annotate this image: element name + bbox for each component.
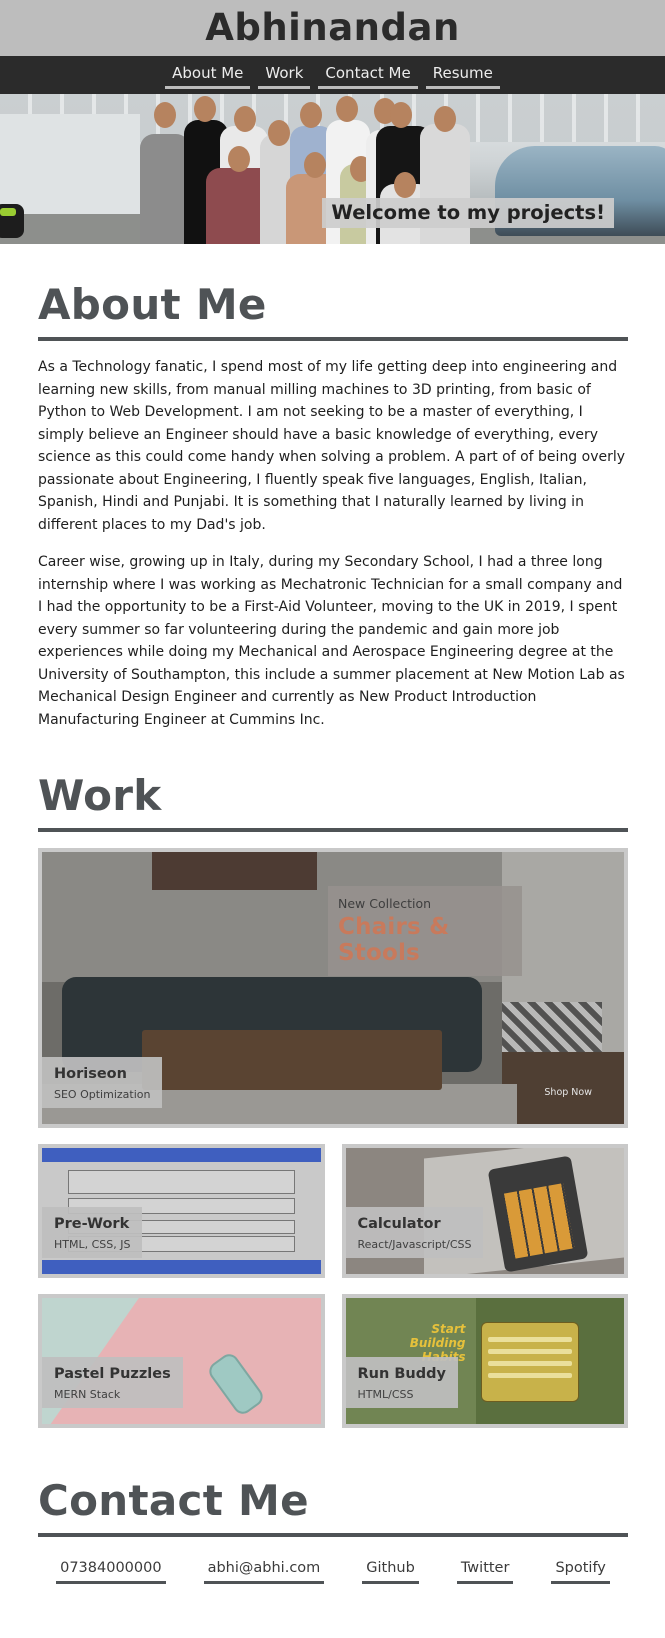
project-tech: MERN Stack	[54, 1388, 121, 1401]
project-label: Horiseon SEO Optimization	[42, 1057, 163, 1108]
scene-painting	[152, 852, 317, 890]
nav-link-work[interactable]: Work	[258, 56, 311, 89]
about-paragraph: Career wise, growing up in Italy, during…	[38, 554, 625, 728]
contact-spotify-link[interactable]: Spotify	[551, 1555, 610, 1584]
project-card-prework[interactable]: Pre-Work HTML, CSS, JS	[38, 1144, 325, 1278]
project-tech: HTML, CSS, JS	[54, 1238, 131, 1251]
hero-person-head	[394, 172, 416, 198]
project-grid: New Collection Chairs & Stools Shop Now …	[38, 848, 628, 1428]
hero-person-head	[434, 106, 456, 132]
scene-top-bar	[42, 1148, 321, 1162]
scene-coffee-table	[142, 1030, 442, 1090]
project-label: Run Buddy HTML/CSS	[345, 1357, 458, 1408]
nav-link-resume[interactable]: Resume	[425, 56, 500, 89]
scene-form-line	[487, 1337, 572, 1342]
preview-signup-form	[480, 1322, 579, 1402]
project-card-calculator[interactable]: Calculator React/Javascript/CSS	[341, 1144, 628, 1278]
project-title: Pastel Puzzles	[54, 1366, 171, 1382]
hero-person-head	[228, 146, 250, 172]
project-card-run-buddy[interactable]: Start Building Habits Run Buddy HTML/CSS	[341, 1294, 628, 1428]
preview-collection-box: New Collection Chairs & Stools	[328, 886, 522, 976]
contact-phone-link[interactable]: 07384000000	[56, 1555, 166, 1584]
contact-email-link[interactable]: abhi@abhi.com	[203, 1555, 325, 1584]
scene-form-line	[487, 1373, 572, 1378]
work-section: Work New Collection Chairs & Stools Shop…	[0, 771, 665, 1428]
project-card-pastel-puzzles[interactable]: Pastel Puzzles MERN Stack	[38, 1294, 325, 1428]
project-tech: React/Javascript/CSS	[357, 1238, 472, 1251]
project-label: Pre-Work HTML, CSS, JS	[42, 1207, 143, 1258]
nav-link-contact[interactable]: Contact Me	[318, 56, 418, 89]
preview-collection-headline: Chairs & Stools	[338, 914, 450, 966]
welcome-banner: Welcome to my projects!	[322, 198, 614, 228]
hero-person-head	[194, 96, 216, 122]
contact-twitter-link[interactable]: Twitter	[456, 1555, 514, 1584]
scene-form-line	[487, 1349, 572, 1354]
project-title: Run Buddy	[357, 1366, 446, 1382]
contact-heading: Contact Me	[38, 1476, 628, 1537]
hero-motorbike	[0, 204, 24, 238]
project-title: Calculator	[357, 1216, 441, 1232]
scene-form-line	[487, 1361, 572, 1366]
preview-shop-now: Shop Now	[544, 1087, 592, 1098]
contact-github-link[interactable]: Github	[362, 1555, 419, 1584]
about-paragraph: As a Technology fanatic, I spend most of…	[38, 359, 626, 533]
preview-collection-label: New Collection	[338, 896, 432, 911]
project-title: Pre-Work	[54, 1216, 130, 1232]
hero-person-head	[304, 152, 326, 178]
nav-link-about[interactable]: About Me	[165, 56, 251, 89]
scene-bottom-bar	[42, 1260, 321, 1274]
main-nav: About Me Work Contact Me Resume	[0, 56, 665, 94]
hero-person-head	[268, 120, 290, 146]
scene-calculator-device	[487, 1155, 588, 1273]
hero-person-head	[234, 106, 256, 132]
hero-wall	[0, 114, 140, 214]
project-title: Horiseon	[54, 1066, 127, 1082]
site-title: Abhinandan	[205, 6, 460, 49]
contact-links: 07384000000 abhi@abhi.com Github Twitter…	[38, 1555, 628, 1584]
hero-banner: Welcome to my projects!	[0, 94, 665, 244]
hero-person	[140, 134, 190, 244]
project-label: Calculator React/Javascript/CSS	[345, 1207, 484, 1258]
scene-box	[68, 1170, 295, 1194]
scene-calculator-keys	[503, 1183, 574, 1259]
hero-person-head	[154, 102, 176, 128]
project-card-horiseon[interactable]: New Collection Chairs & Stools Shop Now …	[38, 848, 628, 1128]
about-section: About Me As a Technology fanatic, I spen…	[0, 280, 665, 731]
site-header: Abhinandan	[0, 0, 665, 56]
project-tech: SEO Optimization	[54, 1088, 151, 1101]
work-heading: Work	[38, 771, 628, 832]
about-heading: About Me	[38, 280, 628, 341]
contact-section: Contact Me 07384000000 abhi@abhi.com Git…	[0, 1476, 665, 1584]
hero-person-head	[300, 102, 322, 128]
project-label: Pastel Puzzles MERN Stack	[42, 1357, 183, 1408]
hero-person-head	[390, 102, 412, 128]
project-tech: HTML/CSS	[357, 1388, 414, 1401]
hero-person-head	[336, 96, 358, 122]
